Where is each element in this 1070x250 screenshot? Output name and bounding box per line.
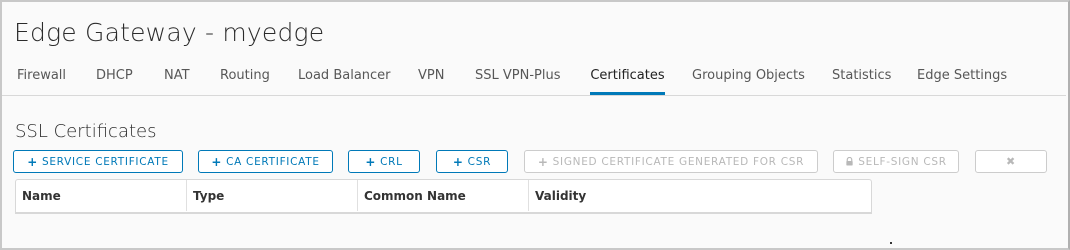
plus-icon: + [27, 154, 38, 169]
certificates-table: Name Type Common Name Validity [15, 179, 872, 214]
tab-load-balancer[interactable]: Load Balancer [298, 68, 391, 95]
button-label: SIGNED CERTIFICATE GENERATED FOR CSR [552, 155, 805, 168]
tab-vpn[interactable]: VPN [418, 68, 444, 95]
cursor-dot [890, 242, 892, 244]
button-label: CA CERTIFICATE [226, 155, 320, 168]
button-label: CRL [380, 155, 403, 168]
edge-gateway-window: Edge Gateway - myedge Firewall DHCP NAT … [0, 0, 1070, 250]
plus-icon: + [452, 154, 464, 169]
button-label: SERVICE CERTIFICATE [41, 155, 169, 168]
add-signed-certificate-button[interactable]: + SIGNED CERTIFICATE GENERATED FOR CSR [524, 150, 818, 173]
add-ca-certificate-button[interactable]: + CA CERTIFICATE [198, 150, 333, 173]
tab-routing[interactable]: Routing [220, 68, 270, 95]
self-sign-csr-button[interactable]: SELF-SIGN CSR [833, 150, 959, 173]
tab-bar: Firewall DHCP NAT Routing Load Balancer … [2, 60, 1066, 96]
add-crl-button[interactable]: + CRL [348, 150, 420, 173]
button-label: SELF-SIGN CSR [858, 155, 947, 168]
column-header-validity[interactable]: Validity [528, 180, 871, 211]
column-header-type[interactable]: Type [186, 180, 357, 211]
lock-icon [846, 157, 853, 166]
delete-button[interactable]: ✖ [975, 150, 1047, 173]
plus-icon: + [365, 154, 377, 169]
column-header-name[interactable]: Name [16, 180, 186, 211]
section-title: SSL Certificates [15, 121, 157, 142]
add-service-certificate-button[interactable]: + SERVICE CERTIFICATE [13, 150, 183, 173]
tab-ssl-vpn-plus[interactable]: SSL VPN-Plus [475, 68, 561, 95]
plus-icon: + [211, 154, 223, 169]
tab-dhcp[interactable]: DHCP [96, 68, 133, 95]
page-title: Edge Gateway - myedge [14, 18, 325, 47]
tab-edge-settings[interactable]: Edge Settings [917, 68, 1007, 95]
close-icon: ✖ [1006, 155, 1016, 168]
tab-firewall[interactable]: Firewall [17, 68, 66, 95]
tab-nat[interactable]: NAT [164, 68, 190, 95]
tab-certificates[interactable]: Certificates [590, 68, 665, 95]
tab-grouping-objects[interactable]: Grouping Objects [692, 68, 805, 95]
button-label: CSR [467, 155, 492, 168]
add-csr-button[interactable]: + CSR [436, 150, 508, 173]
column-header-common-name[interactable]: Common Name [357, 180, 528, 211]
plus-icon: + [537, 154, 549, 169]
tab-statistics[interactable]: Statistics [832, 68, 891, 95]
